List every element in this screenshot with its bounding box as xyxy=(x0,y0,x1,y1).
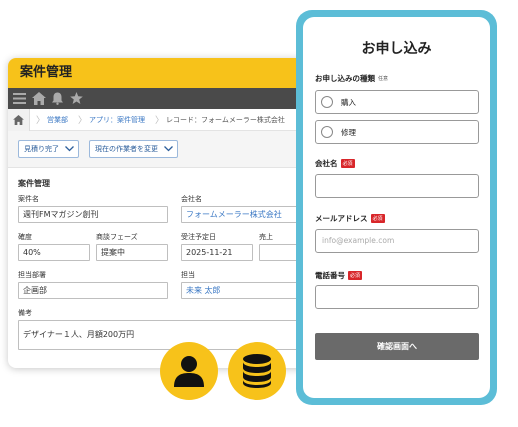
chevron-down-icon xyxy=(65,146,74,152)
app-toolbar xyxy=(8,88,308,109)
probability-field[interactable]: 40% xyxy=(18,244,90,261)
company-label: 会社名 xyxy=(181,195,202,203)
phone-input[interactable] xyxy=(315,285,479,309)
required-tag: 必須 xyxy=(340,159,355,168)
breadcrumb-item-app[interactable]: 〉アプリ：案件管理 xyxy=(72,109,149,131)
type-label: お申し込みの種類 任意 xyxy=(315,74,389,83)
case-management-window: 案件管理 〉営業部 〉アプリ：案件管理 〉レコード：フォームメーラー株式会社 見… xyxy=(8,58,308,368)
option-repair[interactable]: 修理 xyxy=(315,120,479,144)
phone-label: 電話番号 必須 xyxy=(315,271,363,280)
order-date-field[interactable]: 2025-11-21 xyxy=(181,244,253,261)
option-purchase[interactable]: 購入 xyxy=(315,90,479,114)
breadcrumb-home-icon[interactable] xyxy=(8,108,30,131)
application-form-card: お申し込み お申し込みの種類 任意 購入 修理 会社名 必須 メールアドレス 必… xyxy=(296,10,497,405)
user-circle xyxy=(160,342,218,400)
phase-field[interactable]: 提案中 xyxy=(96,244,168,261)
user-icon xyxy=(174,356,204,387)
chevron-down-icon xyxy=(164,146,173,152)
menu-icon[interactable] xyxy=(12,91,27,106)
window-title: 案件管理 xyxy=(8,58,308,88)
bell-icon[interactable] xyxy=(50,91,65,106)
breadcrumb-item-department[interactable]: 〉営業部 xyxy=(30,109,72,131)
probability-label: 確度 xyxy=(18,233,32,241)
notes-label: 備考 xyxy=(18,309,32,317)
required-tag: 必須 xyxy=(348,271,363,280)
database-circle xyxy=(228,342,286,400)
email-input[interactable]: info@example.com xyxy=(315,229,479,253)
section-title: 案件管理 xyxy=(18,179,50,188)
case-name-field[interactable]: 週刊FMマガジン創刊 xyxy=(18,206,168,223)
required-tag: 必須 xyxy=(370,214,385,223)
company-name-input[interactable] xyxy=(315,174,479,198)
order-date-label: 受注予定日 xyxy=(181,233,216,241)
assignee-field[interactable]: 未来 太郎 xyxy=(181,282,306,299)
confirm-button[interactable]: 確認画面へ xyxy=(315,333,479,360)
estimate-complete-button[interactable]: 見積り完了 xyxy=(18,140,79,158)
email-label: メールアドレス 必須 xyxy=(315,214,385,223)
assignee-label: 担当 xyxy=(181,271,195,279)
breadcrumb: 〉営業部 〉アプリ：案件管理 〉レコード：フォームメーラー株式会社 xyxy=(8,108,308,131)
database-icon xyxy=(243,354,271,388)
breadcrumb-item-record: 〉レコード：フォームメーラー株式会社 xyxy=(155,115,285,127)
company-name-label: 会社名 必須 xyxy=(315,159,355,168)
company-field[interactable]: フォームメーラー株式会社 xyxy=(181,206,306,223)
case-name-label: 案件名 xyxy=(18,195,39,203)
optional-tag: 任意 xyxy=(378,76,389,82)
change-assignee-button[interactable]: 現在の作業者を変更 xyxy=(89,140,178,158)
star-icon[interactable] xyxy=(69,91,84,106)
phase-label: 商談フェーズ xyxy=(96,233,138,241)
form-panel: お申し込み お申し込みの種類 任意 購入 修理 会社名 必須 メールアドレス 必… xyxy=(303,17,490,398)
radio-button[interactable] xyxy=(321,96,333,108)
department-label: 担当部署 xyxy=(18,271,46,279)
record-form: 案件管理 案件名 週刊FMマガジン創刊 会社名 フォームメーラー株式会社 確度 … xyxy=(8,168,308,358)
form-title: お申し込み xyxy=(361,41,432,57)
status-actions: 見積り完了 現在の作業者を変更 xyxy=(8,131,308,168)
department-field[interactable]: 企画部 xyxy=(18,282,168,299)
home-icon[interactable] xyxy=(31,91,46,106)
radio-button[interactable] xyxy=(321,126,333,138)
